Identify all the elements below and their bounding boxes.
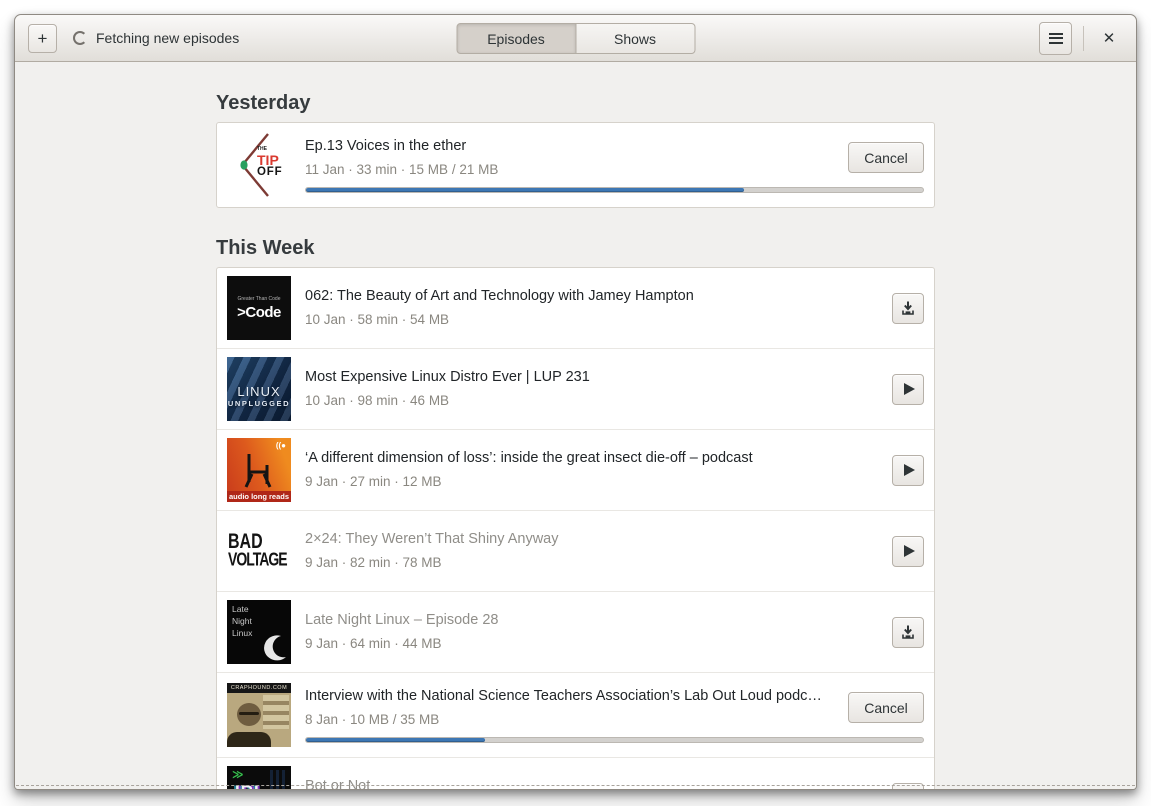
view-switcher: Episodes Shows [456, 23, 695, 54]
headerbar-right-group: ✕ [1039, 21, 1123, 55]
episode-meta: 11 Jan · 33 min · 15 MB / 21 MB [305, 161, 499, 177]
episode-info: 062: The Beauty of Art and Technology wi… [305, 276, 924, 340]
download-button[interactable] [892, 292, 924, 324]
episode-title: Late Night Linux – Episode 28 [305, 612, 499, 628]
play-icon [904, 383, 915, 395]
close-icon: ✕ [1102, 30, 1116, 47]
show-cover-the-tip-off: THE TIP OFF [227, 133, 291, 197]
episode-info: 2×24: They Weren’t That Shiny Anyway 9 J… [305, 519, 924, 583]
episode-info: ‘A different dimension of loss’: inside … [305, 438, 924, 502]
episodes-view: Yesterday THE TIP OFF Ep.13 Voices in the … [15, 63, 1136, 789]
episode-title: 062: The Beauty of Art and Technology wi… [305, 288, 694, 304]
episode-row: Late Night Linux Late Night Linux – Episod… [217, 591, 934, 672]
tab-shows[interactable]: Shows [575, 23, 695, 54]
spinner-icon [73, 31, 87, 45]
play-icon [904, 545, 915, 557]
plus-icon: + [37, 28, 48, 48]
tab-episodes[interactable]: Episodes [456, 23, 576, 54]
episode-row: ((● audio long reads ‘A different dimens… [217, 429, 934, 510]
show-cover-late-night-linux: Late Night Linux [227, 600, 291, 664]
episode-meta: 9 Jan · 27 min · 12 MB [305, 474, 442, 489]
episode-meta: 10 Jan · 58 min · 54 MB [305, 312, 450, 327]
download-progressbar [305, 736, 924, 743]
undershoot-dashed-line [16, 785, 1135, 786]
cancel-download-button[interactable]: Cancel [848, 692, 924, 723]
crescent-moon-graphic [264, 635, 286, 661]
episode-row: LINUX UNPLUGGED Most Expensive Linux Dist… [217, 348, 934, 429]
progress-fill [306, 187, 745, 192]
headerbar-separator [1083, 25, 1084, 51]
episode-row: Greater Than Code >Code 062: The Beauty o… [217, 268, 934, 348]
play-icon [904, 464, 915, 476]
episode-info: Most Expensive Linux Distro Ever | LUP 2… [305, 357, 924, 421]
headerbar: + Fetching new episodes Episodes Shows ✕ [15, 15, 1136, 62]
show-cover-audio-long-reads: ((● audio long reads [227, 438, 291, 502]
episode-row: CRAPHOUND.COM Interview with the Nationa… [217, 672, 934, 757]
episode-meta: 8 Jan · 10 MB / 35 MB [305, 711, 440, 727]
episode-row: THE TIP OFF Ep.13 Voices in the ether 11 J… [217, 123, 934, 207]
cancel-download-button[interactable]: Cancel [848, 142, 924, 173]
episode-meta: 9 Jan · 64 min · 44 MB [305, 636, 442, 651]
play-button[interactable] [892, 454, 924, 486]
episode-list-card: Greater Than Code >Code 062: The Beauty o… [216, 267, 935, 789]
episode-meta: 9 Jan · 82 min · 78 MB [305, 555, 442, 570]
episodes-column: Yesterday THE TIP OFF Ep.13 Voices in the … [216, 92, 935, 789]
add-podcast-button[interactable]: + [28, 23, 57, 53]
close-button[interactable]: ✕ [1095, 24, 1123, 52]
app-window: + Fetching new episodes Episodes Shows ✕… [14, 14, 1137, 790]
section-heading: This Week [216, 237, 315, 259]
show-cover-craphound: CRAPHOUND.COM [227, 683, 291, 747]
episode-title: Bot or Not [305, 778, 371, 789]
download-progressbar [305, 186, 924, 193]
download-icon [902, 625, 914, 639]
status-text: Fetching new episodes [96, 30, 240, 46]
episode-info: Late Night Linux – Episode 28 9 Jan · 64… [305, 600, 924, 664]
episode-title: ‘A different dimension of loss’: inside … [305, 450, 753, 466]
section-heading: Yesterday [216, 92, 311, 114]
episode-title: 2×24: They Weren’t That Shiny Anyway [305, 531, 559, 547]
episode-info: Ep.13 Voices in the ether 11 Jan · 33 mi… [305, 133, 924, 197]
menu-button[interactable] [1039, 21, 1072, 55]
episode-list-card: THE TIP OFF Ep.13 Voices in the ether 11 J… [216, 122, 935, 208]
episode-row: BAD VOLTAGE 2×24: They Weren’t That Shiny… [217, 510, 934, 591]
episode-info: Interview with the National Science Teac… [305, 683, 924, 747]
play-button[interactable] [892, 535, 924, 567]
show-cover-greater-than-code: Greater Than Code >Code [227, 276, 291, 340]
episode-title: Most Expensive Linux Distro Ever | LUP 2… [305, 369, 590, 385]
hamburger-icon [1048, 30, 1063, 46]
episode-title: Interview with the National Science Teac… [305, 687, 822, 704]
play-button[interactable] [892, 373, 924, 405]
show-cover-linux-unplugged: LINUX UNPLUGGED [227, 357, 291, 421]
show-cover-bad-voltage: BAD VOLTAGE [227, 519, 291, 583]
episode-meta: 10 Jan · 98 min · 46 MB [305, 393, 450, 408]
download-button[interactable] [892, 616, 924, 648]
download-icon [902, 301, 914, 315]
progress-fill [306, 737, 485, 742]
episode-title: Ep.13 Voices in the ether [305, 137, 467, 154]
